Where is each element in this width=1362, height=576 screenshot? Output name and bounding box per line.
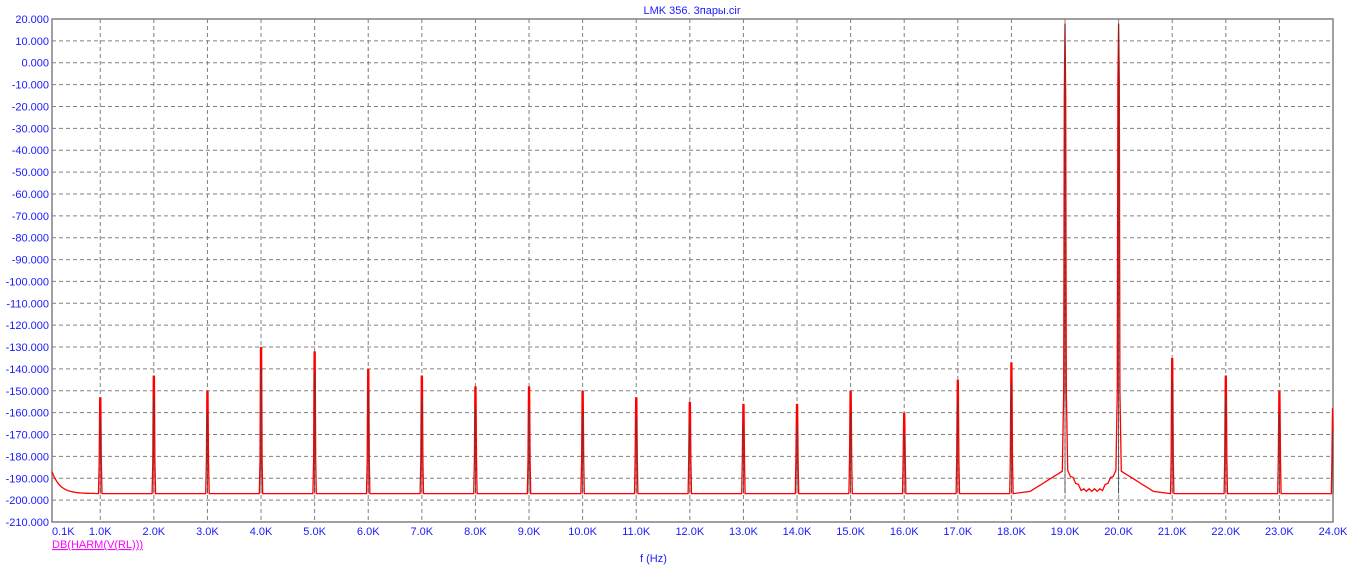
y-tick-label: -60.000 [12, 189, 49, 201]
peak-markers [99, 23, 1334, 494]
x-tick-label: 7.0K [411, 526, 434, 538]
x-tick-label: 9.0K [518, 526, 541, 538]
y-tick-label: 10.000 [15, 36, 49, 48]
x-tick-label: 2.0K [143, 526, 166, 538]
x-tick-label: 5.0K [303, 526, 326, 538]
x-tick-label: 0.1K [52, 526, 75, 538]
y-tick-label: -40.000 [12, 145, 49, 157]
x-tick-label: 10.0K [568, 526, 597, 538]
chart-title: LMK 356. 3пары.cir [643, 5, 740, 17]
x-tick-label: 13.0K [729, 526, 758, 538]
x-tick-label: 15.0K [836, 526, 865, 538]
y-tick-label: -110.000 [6, 298, 49, 310]
x-axis-label: f (Hz) [640, 553, 667, 565]
y-tick-label: -170.000 [6, 430, 49, 442]
x-tick-label: 12.0K [675, 526, 704, 538]
y-tick-label: -180.000 [6, 451, 49, 463]
x-tick-label: 24.0K [1319, 526, 1348, 538]
y-tick-label: -200.000 [6, 495, 49, 507]
y-tick-label: -150.000 [6, 386, 49, 398]
x-tick-label: 17.0K [943, 526, 972, 538]
x-tick-label: 19.0K [1051, 526, 1080, 538]
x-tick-label: 1.0K [89, 526, 112, 538]
y-tick-label: -100.000 [6, 276, 49, 288]
y-tick-label: -50.000 [12, 167, 49, 179]
y-tick-label: -90.000 [12, 255, 49, 267]
x-tick-label: 18.0K [997, 526, 1026, 538]
y-axis-ticks: 20.000 10.000 0.000 -10.000 -20.000 -30.000 -4… [6, 14, 49, 529]
x-tick-label: 20.0K [1104, 526, 1133, 538]
y-tick-label: -20.000 [12, 101, 49, 113]
x-tick-label: 6.0K [357, 526, 380, 538]
fft-chart: LMK 356. 3пары.cir 20.000 10.000 0.000 -10.… [6, 5, 1348, 565]
x-tick-label: 11.0K [622, 526, 651, 538]
x-tick-label: 21.0K [1158, 526, 1187, 538]
y-tick-label: -190.000 [6, 473, 49, 485]
y-tick-label: -140.000 [6, 364, 49, 376]
plot-frame [51, 18, 1334, 523]
y-tick-label: 0.000 [21, 58, 49, 70]
y-tick-label: -80.000 [12, 233, 49, 245]
x-tick-label: 22.0K [1211, 526, 1240, 538]
series-line-db-harm-v-rl [51, 23, 1334, 495]
x-tick-label: 3.0K [196, 526, 219, 538]
y-tick-label: -10.000 [12, 80, 49, 92]
y-tick-label: -30.000 [12, 123, 49, 135]
x-axis-ticks: 0.1K 1.0K 2.0K 3.0K 4.0K 5.0K 6.0K 7.0K 8.0K 9.0K… [52, 526, 1348, 538]
x-tick-label: 16.0K [890, 526, 919, 538]
x-tick-label: 4.0K [250, 526, 273, 538]
x-tick-label: 14.0K [783, 526, 812, 538]
x-tick-label: 8.0K [464, 526, 487, 538]
grid [52, 19, 1333, 522]
y-tick-label: -210.000 [6, 517, 49, 529]
y-tick-label: -160.000 [6, 408, 49, 420]
y-tick-label: -120.000 [6, 320, 49, 332]
y-tick-label: -70.000 [12, 211, 49, 223]
x-tick-label: 23.0K [1265, 526, 1294, 538]
legend-series-label[interactable]: DB(HARM(V(RL))) [52, 539, 143, 551]
y-tick-label: -130.000 [6, 342, 49, 354]
y-tick-label: 20.000 [15, 14, 49, 26]
